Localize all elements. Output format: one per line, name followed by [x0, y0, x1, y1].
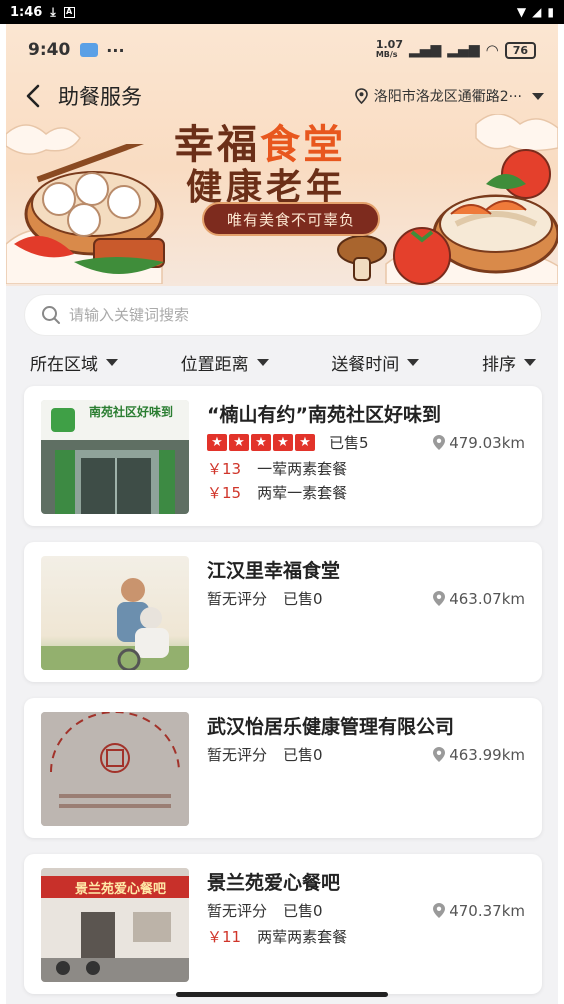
distance: 463.99km [433, 746, 525, 764]
signal-icon: ▂▄▆ [447, 42, 480, 58]
star-icon: ★ [273, 434, 293, 451]
dumplings-illustration [14, 144, 165, 274]
dropdown-arrow-icon [523, 358, 536, 366]
restaurant-meta: ★ ★ ★ ★ ★ 已售5 479.03km [207, 432, 525, 453]
sold-count: 已售0 [283, 746, 323, 764]
distance: 470.37km [433, 902, 525, 920]
restaurant-meta: 暂无评分 已售0 463.07km [207, 588, 525, 609]
signal-icon: ▂▄▆ [408, 42, 442, 58]
system-time: 1:46 [10, 4, 43, 20]
star-icon: ★ [229, 434, 249, 451]
restaurant-card[interactable]: 武汉怡居乐健康管理有限公司 暂无评分 已售0 463.99km [24, 698, 542, 838]
network-speed: 1.07 MB/s [375, 38, 403, 59]
location-pin-icon [433, 903, 446, 918]
inner-time: 9:40 [28, 40, 71, 60]
filter-distance[interactable]: 位置距离 [181, 350, 269, 375]
back-icon[interactable] [20, 83, 46, 109]
restaurant-photo: 南苑社区好味到 [41, 400, 189, 514]
sold-count: 已售0 [283, 902, 323, 920]
restaurant-name: 江汉里幸福食堂 [207, 560, 341, 582]
inner-status-bar: 9:40 ··· 1.07 MB/s ▂▄▆ ▂▄▆ ◠ 76 [6, 24, 558, 76]
app-status-icon [80, 43, 99, 57]
restaurant-photo [41, 712, 189, 826]
dropdown-arrow-icon [532, 92, 544, 100]
rating-text: 暂无评分 [207, 590, 268, 608]
photo-sign-text: 景兰苑爱心餐吧 [75, 882, 167, 897]
restaurant-meta: 暂无评分 已售0 463.99km [207, 744, 525, 765]
filter-delivery-time[interactable]: 送餐时间 [331, 350, 420, 375]
meal-name: 两荤两素套餐 [257, 928, 348, 946]
location-pin-icon [433, 435, 446, 450]
page-title: 助餐服务 [58, 85, 142, 109]
restaurant-card[interactable]: 景兰苑爱心餐吧 景兰苑爱心餐吧 暂无评分 已售0 470.37km ￥11 两荤… [24, 854, 542, 994]
app-frame: 9:40 ··· 1.07 MB/s ▂▄▆ ▂▄▆ ◠ 76 助餐服务 洛阳市… [6, 24, 558, 1004]
header-banner: 9:40 ··· 1.07 MB/s ▂▄▆ ▂▄▆ ◠ 76 助餐服务 洛阳市… [6, 24, 558, 286]
rating-stars: ★ ★ ★ ★ ★ [207, 434, 315, 451]
restaurant-photo [41, 556, 189, 670]
distance: 479.03km [433, 434, 525, 452]
location-pin-icon [433, 747, 446, 762]
battery-indicator: 76 [504, 41, 536, 59]
restaurant-card[interactable]: 江汉里幸福食堂 暂无评分 已售0 463.07km [24, 542, 542, 682]
meal-price: ￥13 [207, 460, 242, 478]
banner-slogan: 唯有美食不可辜负 [202, 202, 380, 236]
filter-bar: 所在区域 位置距离 送餐时间 排序 [6, 346, 558, 378]
filter-region[interactable]: 所在区域 [30, 350, 118, 375]
search-icon [42, 306, 60, 324]
more-icon: ··· [106, 40, 125, 60]
search-bar[interactable] [24, 294, 542, 336]
system-status-bar: 1:46 ⤓ A ▼ ◢ ▮ [0, 0, 564, 24]
restaurant-meta: 暂无评分 已售0 470.37km [207, 900, 525, 921]
title-bar: 助餐服务 洛阳市洛龙区通衢路2··· [6, 76, 558, 116]
meal-name: 两荤一素套餐 [257, 484, 348, 502]
filter-sort[interactable]: 排序 [482, 350, 536, 375]
app-notification-icon: A [63, 6, 75, 18]
meal-price: ￥11 [207, 928, 242, 946]
dropdown-arrow-icon [106, 358, 118, 366]
search-input[interactable] [69, 306, 489, 324]
meal-name: 一荤两素套餐 [257, 460, 348, 478]
sold-count: 已售0 [283, 590, 323, 608]
photo-sign-text: 南苑社区好味到 [89, 405, 174, 419]
location-pin-icon [354, 88, 368, 104]
distance: 463.07km [433, 590, 525, 608]
restaurant-name: “楠山有约”南苑社区好味到 [207, 404, 441, 426]
restaurant-photo: 景兰苑爱心餐吧 [41, 868, 189, 982]
meal-item: ￥15 两荤一素套餐 [207, 482, 347, 503]
location-text: 洛阳市洛龙区通衢路2··· [373, 89, 522, 105]
location-pin-icon [433, 591, 446, 606]
rating-text: 暂无评分 [207, 746, 268, 764]
wifi-icon: ▼ [516, 5, 527, 19]
meal-item: ￥13 一荤两素套餐 [207, 458, 347, 479]
wifi-icon: ◠ [485, 41, 499, 59]
star-icon: ★ [207, 434, 227, 451]
star-icon: ★ [295, 434, 315, 451]
meal-item: ￥11 两荤两素套餐 [207, 926, 347, 947]
gesture-navigation-bar[interactable] [176, 992, 388, 997]
restaurant-name: 景兰苑爱心餐吧 [207, 872, 341, 894]
battery-icon: ▮ [547, 5, 554, 19]
restaurant-name: 武汉怡居乐健康管理有限公司 [207, 716, 455, 738]
location-selector[interactable]: 洛阳市洛龙区通衢路2··· [354, 86, 544, 106]
download-icon: ⤓ [50, 4, 56, 19]
meal-price: ￥15 [207, 484, 242, 502]
rating-text: 暂无评分 [207, 902, 268, 920]
star-icon: ★ [251, 434, 271, 451]
restaurant-card[interactable]: 南苑社区好味到 “楠山有约”南苑社区好味到 ★ ★ ★ ★ ★ 已售5 479.… [24, 386, 542, 526]
sold-count: 已售5 [329, 434, 369, 452]
dropdown-arrow-icon [407, 358, 420, 366]
dropdown-arrow-icon [256, 358, 269, 366]
signal-icon: ◢ [532, 5, 542, 19]
